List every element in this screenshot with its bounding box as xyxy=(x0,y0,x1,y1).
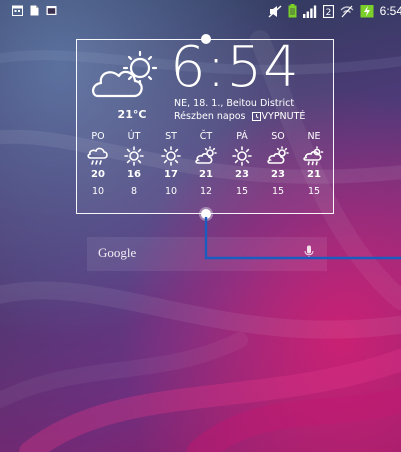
partly-sunny-icon xyxy=(195,146,217,164)
signal-icon xyxy=(302,5,316,18)
day-name: PÁ xyxy=(236,131,248,142)
sun-icon xyxy=(124,146,144,166)
day-high: 23 xyxy=(235,169,249,180)
forecast-day: ST 17 10 xyxy=(154,130,188,199)
weather-description: Részben napos xyxy=(174,111,246,122)
clock-time[interactable]: 6:54 xyxy=(170,36,300,100)
mute-icon xyxy=(268,4,282,18)
day-name: PO xyxy=(91,131,105,142)
partly-sunny-icon xyxy=(92,50,158,98)
rain-cloud-icon xyxy=(87,147,108,165)
window-icon xyxy=(46,6,57,15)
alarm-state: VYPNUTÉ xyxy=(261,111,306,122)
day-high: 21 xyxy=(307,169,321,180)
date-location[interactable]: NE, 18. 1., Beitou District xyxy=(174,98,294,109)
day-low: 12 xyxy=(199,186,213,197)
sun-icon xyxy=(232,146,252,166)
battery-saver-icon xyxy=(288,4,297,18)
day-high: 23 xyxy=(271,169,285,180)
resize-handle-bottom[interactable] xyxy=(201,209,211,219)
day-name: NE xyxy=(307,131,321,142)
alarm-status[interactable]: Részben napos VYPNUTÉ xyxy=(174,111,305,122)
system-status: 2 6:54 xyxy=(268,3,401,19)
day-low: 15 xyxy=(307,186,321,197)
status-time: 6:54 xyxy=(379,4,401,18)
day-high: 16 xyxy=(127,169,141,180)
forecast-day: NE 21 15 xyxy=(297,130,331,199)
forecast-row: PO 20 10 ÚT 16 8 ST 17 10 ČT 21 12 PÁ 23… xyxy=(82,130,332,210)
search-label: Google xyxy=(98,245,137,260)
status-bar: 2 6:54 xyxy=(0,0,401,22)
day-name: SO xyxy=(271,131,285,142)
forecast-day: PÁ 23 15 xyxy=(225,130,259,199)
day-low: 15 xyxy=(235,186,249,197)
partly-sunny-icon xyxy=(267,146,289,164)
forecast-day: SO 23 15 xyxy=(261,130,295,199)
day-low: 8 xyxy=(130,186,138,197)
wifi-icon xyxy=(340,5,354,17)
day-low: 15 xyxy=(271,186,285,197)
forecast-day: ÚT 16 8 xyxy=(117,130,151,199)
data-icon: 2 xyxy=(322,4,334,18)
day-high: 17 xyxy=(164,169,178,180)
alarm-icon xyxy=(251,112,261,121)
day-high: 20 xyxy=(91,169,105,180)
day-name: ÚT xyxy=(127,131,141,142)
day-name: ČT xyxy=(199,131,213,142)
day-low: 10 xyxy=(164,186,178,197)
day-high: 21 xyxy=(199,169,213,180)
day-low: 10 xyxy=(91,186,105,197)
notification-icons xyxy=(12,5,57,16)
battery-charging-icon xyxy=(360,5,374,18)
google-search-bar[interactable]: Google xyxy=(87,237,327,271)
calendar-icon xyxy=(12,5,23,16)
day-name: ST xyxy=(165,131,177,142)
sun-icon xyxy=(161,146,181,166)
forecast-day: ČT 21 12 xyxy=(189,130,223,199)
svg-text:2: 2 xyxy=(325,8,331,18)
forecast-day: PO 20 10 xyxy=(81,130,115,199)
mic-icon[interactable] xyxy=(304,245,314,261)
partly-cloudy-rain-icon xyxy=(303,146,324,166)
current-temperature: 21°C xyxy=(117,108,147,121)
file-icon xyxy=(30,5,39,16)
